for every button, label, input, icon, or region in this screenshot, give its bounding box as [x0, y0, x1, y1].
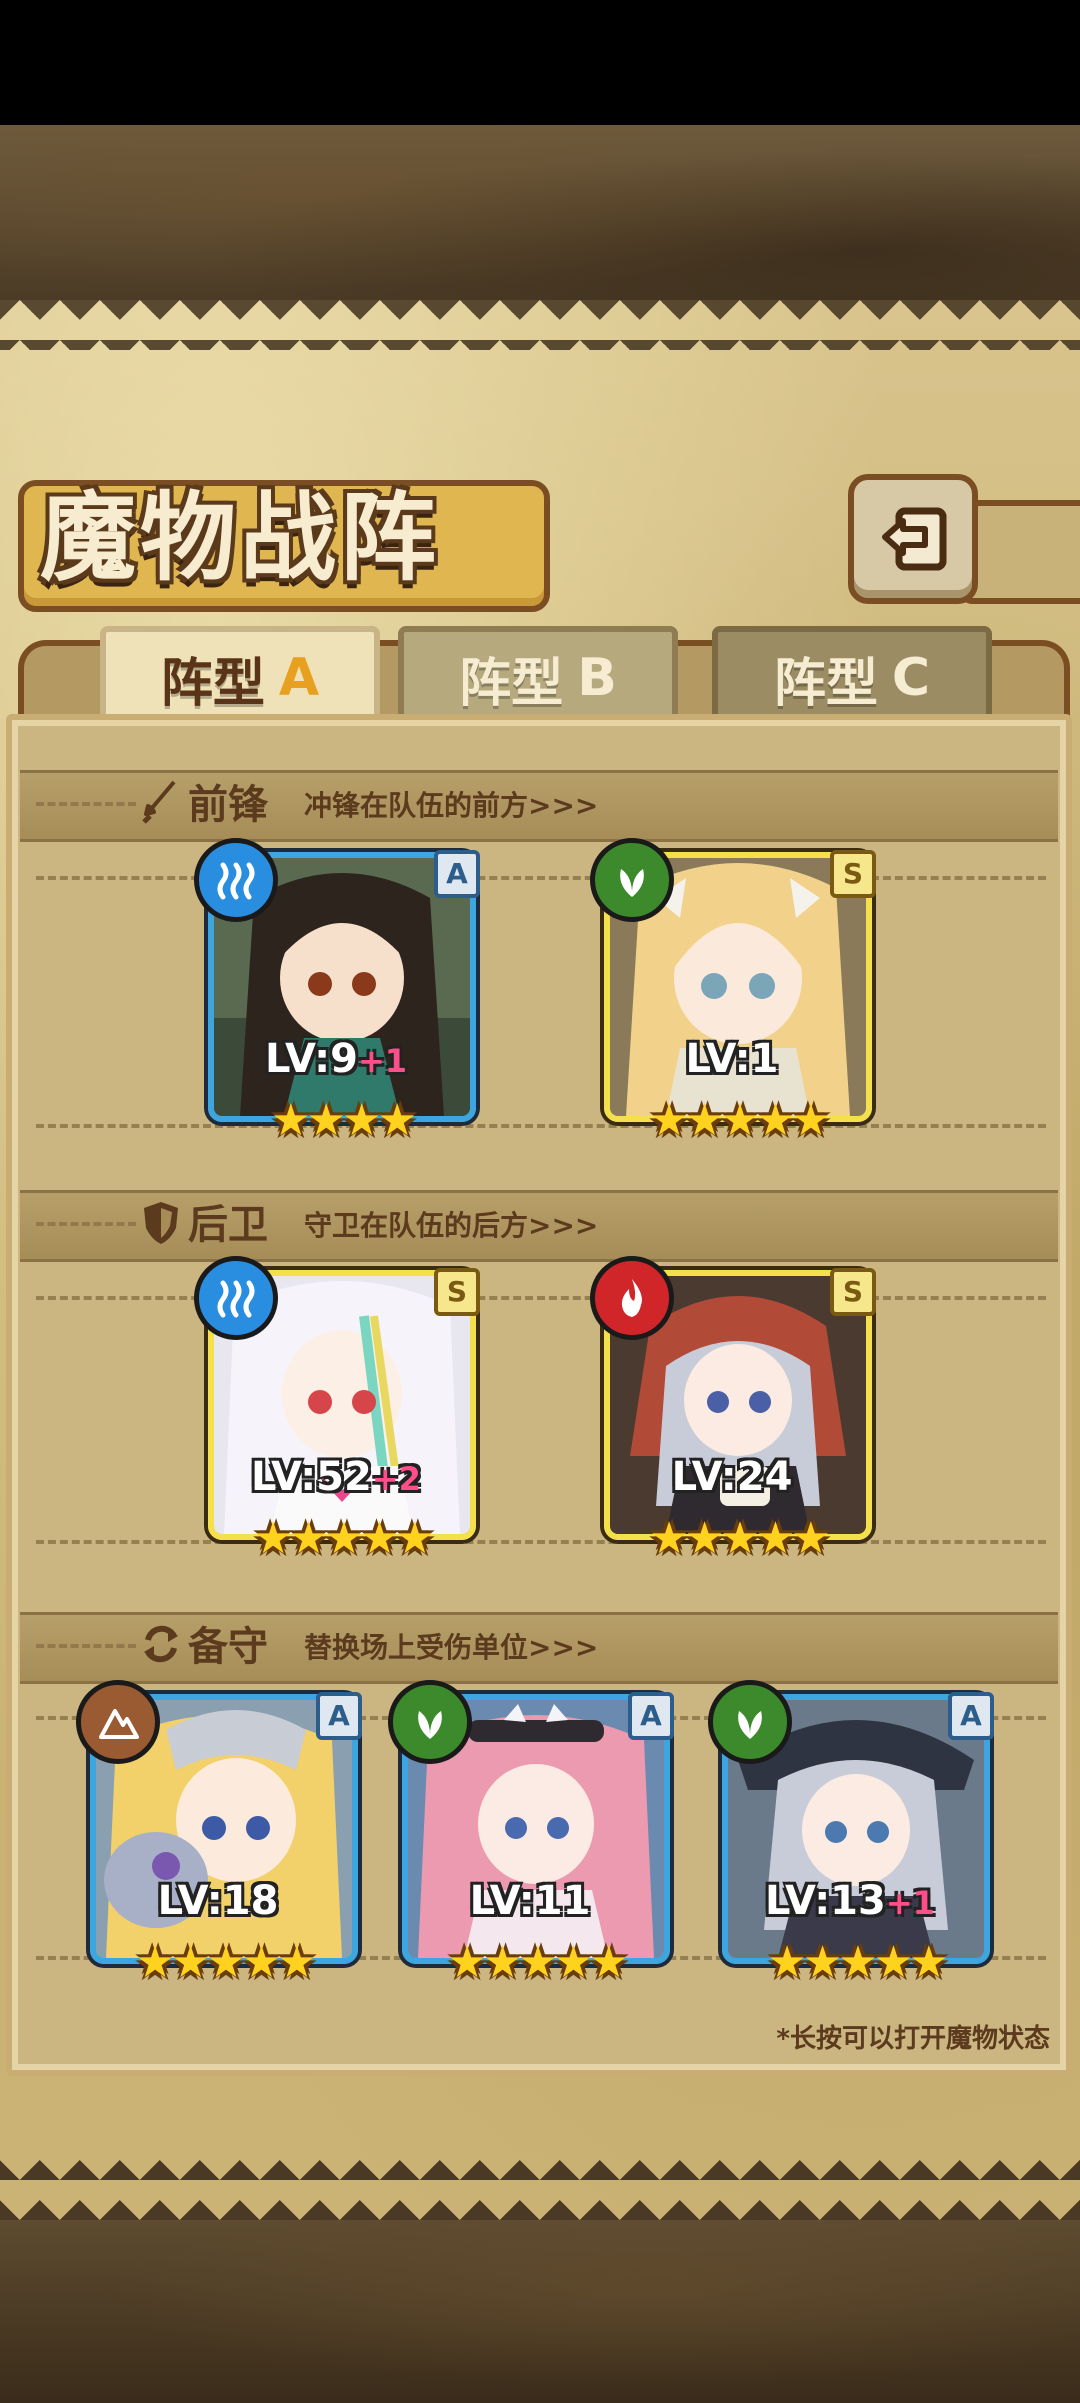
rank-badge: S	[830, 1268, 876, 1316]
monster-card-reserve-1[interactable]: A LV:18 ★★★★★	[76, 1680, 362, 1988]
star-rating: ★★★★★	[649, 1513, 830, 1564]
row-line	[36, 1296, 1046, 1300]
rank-badge: A	[434, 850, 480, 898]
long-press-hint: *长按可以打开魔物状态	[776, 2024, 1050, 2054]
tab-letter: A	[278, 648, 320, 708]
level-label: LV:18	[90, 1878, 346, 1924]
level-value: LV:24	[671, 1454, 793, 1500]
row-line	[36, 876, 1046, 880]
monster-card-rear-2[interactable]: S LV:24 ★★★★★	[590, 1256, 876, 1564]
level-plus: +1	[357, 1042, 408, 1080]
back-button-rail	[960, 500, 1080, 604]
level-label: LV:1	[604, 1036, 860, 1082]
divider	[36, 1644, 136, 1648]
level-label: LV:24	[604, 1454, 860, 1500]
level-value: LV:1	[685, 1036, 779, 1082]
sword-icon	[142, 780, 176, 824]
back-arrow-icon	[882, 507, 947, 571]
rank-badge: A	[316, 1692, 362, 1740]
status-bar	[0, 0, 1080, 125]
map-background-bottom	[0, 2220, 1080, 2403]
monster-card-front-2[interactable]: S LV:1 ★★★★★	[590, 838, 876, 1146]
star-rating: ★★★★★	[135, 1937, 316, 1988]
zigzag-border-bottom	[0, 2150, 1080, 2220]
level-plus: +1	[885, 1884, 935, 1922]
water-element-icon	[194, 838, 278, 922]
leaf-element-icon	[388, 1680, 472, 1764]
rank-badge: S	[830, 850, 876, 898]
section-title-front: 前锋	[188, 782, 268, 828]
tab-letter: C	[891, 648, 931, 708]
section-title-reserve: 备守	[188, 1624, 268, 1670]
shield-icon	[144, 1202, 178, 1244]
monster-card-reserve-3[interactable]: A LV:13+1 ★★★★★	[708, 1680, 994, 1988]
tab-label: 阵型	[773, 653, 878, 714]
section-subtitle-front: 冲锋在队伍的前方>>>	[304, 789, 599, 822]
level-label: LV:52+2	[208, 1454, 464, 1500]
level-value: LV:52	[251, 1454, 372, 1500]
star-rating: ★★★★★	[649, 1095, 830, 1146]
zigzag-border-top	[0, 300, 1080, 350]
rank-badge: A	[948, 1692, 994, 1740]
map-background-top	[0, 125, 1080, 305]
rank-badge: A	[628, 1692, 674, 1740]
fire-element-icon	[590, 1256, 674, 1340]
monster-card-reserve-2[interactable]: A LV:11 ★★★★★	[388, 1680, 674, 1988]
monster-card-rear-1[interactable]: S LV:52+2 ★★★★★	[194, 1256, 480, 1564]
back-button[interactable]	[848, 474, 978, 604]
level-value: LV:13	[765, 1878, 886, 1924]
level-value: LV:18	[157, 1878, 279, 1924]
level-value: LV:11	[469, 1878, 591, 1924]
water-element-icon	[194, 1256, 278, 1340]
section-subtitle-rear: 守卫在队伍的后方>>>	[304, 1209, 599, 1242]
level-label: LV:11	[402, 1878, 658, 1924]
tab-label: 阵型	[160, 653, 265, 714]
tab-label: 阵型	[459, 653, 564, 714]
star-rating: ★★★★★	[767, 1937, 948, 1988]
section-subtitle-reserve: 替换场上受伤单位>>>	[304, 1631, 599, 1664]
level-plus: +2	[371, 1460, 421, 1498]
section-title-rear: 后卫	[188, 1202, 268, 1248]
divider	[36, 802, 136, 806]
leaf-element-icon	[708, 1680, 792, 1764]
star-rating: ★★★★	[271, 1095, 417, 1146]
tab-letter: B	[577, 648, 617, 708]
divider	[36, 1222, 136, 1226]
earth-element-icon	[76, 1680, 160, 1764]
row-line	[36, 1540, 1046, 1544]
monster-card-front-1[interactable]: A LV:9+1 ★★★★	[194, 838, 480, 1146]
star-rating: ★★★★★	[447, 1937, 628, 1988]
page-title: 魔物战阵	[40, 481, 440, 594]
star-rating: ★★★★★	[253, 1513, 434, 1564]
leaf-element-icon	[590, 838, 674, 922]
level-value: LV:9	[264, 1036, 358, 1082]
level-label: LV:13+1	[722, 1878, 978, 1924]
level-label: LV:9+1	[208, 1036, 464, 1082]
rank-badge: S	[434, 1268, 480, 1316]
swap-icon	[144, 1625, 178, 1663]
row-line	[36, 1124, 1046, 1128]
